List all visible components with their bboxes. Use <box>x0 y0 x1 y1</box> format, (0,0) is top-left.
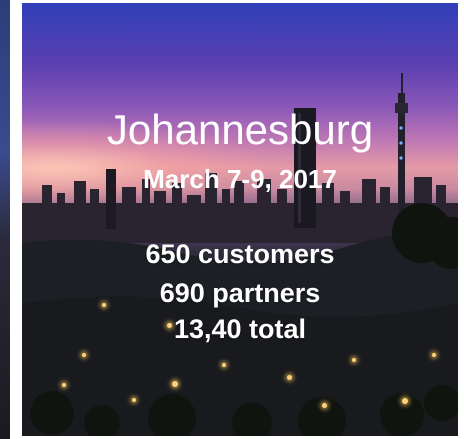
city-light <box>82 353 86 357</box>
city-banner-image <box>22 3 458 436</box>
stat-total: 13,40 total <box>173 314 307 344</box>
skyline-silhouette <box>22 73 458 436</box>
stat-partners: 690 partners <box>159 278 321 308</box>
city-light <box>132 398 136 402</box>
city-light <box>62 383 66 387</box>
city-title: Johannesburg <box>106 106 374 153</box>
city-light <box>287 375 292 380</box>
city-light <box>322 403 327 408</box>
city-light <box>432 353 436 357</box>
stat-customers: 650 customers <box>145 239 335 269</box>
city-light <box>222 363 226 367</box>
city-light <box>352 358 356 362</box>
slide-gap <box>10 0 22 439</box>
adjacent-slide-edge <box>0 0 10 439</box>
event-dates: March 7-9, 2017 <box>143 164 337 194</box>
city-light <box>172 381 178 387</box>
city-light <box>402 398 408 404</box>
